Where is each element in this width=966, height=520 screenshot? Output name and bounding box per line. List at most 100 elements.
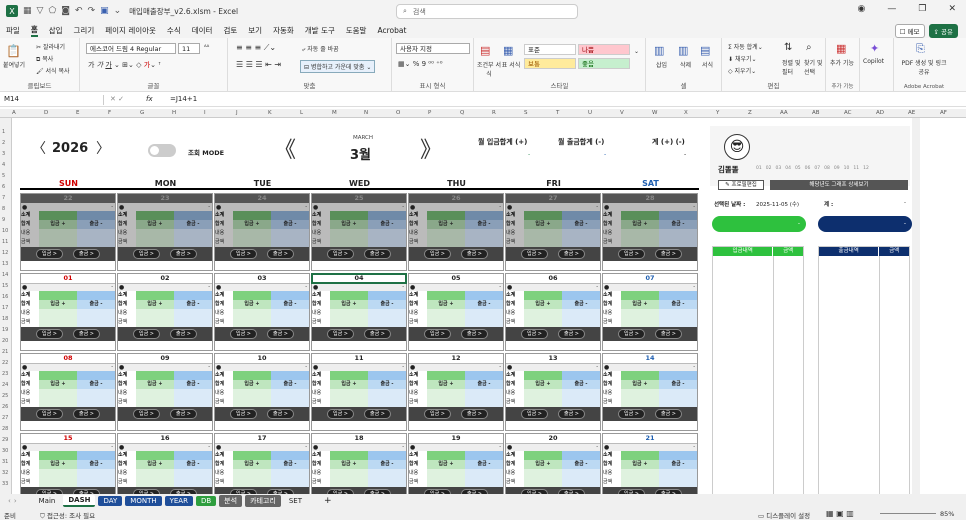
calendar-day-cell[interactable]: 26 ● - 소계 합계 입금 + 출금 - 내용 금액 입금 > 출금 > bbox=[408, 193, 504, 271]
column-header[interactable]: D bbox=[44, 110, 48, 116]
column-header[interactable]: Z bbox=[748, 110, 752, 116]
font-name-select[interactable]: 에스코어 드림 4 Regular bbox=[86, 43, 176, 54]
row-header[interactable]: 16 bbox=[2, 294, 8, 300]
vertical-scrollbar[interactable] bbox=[912, 118, 920, 494]
paste-button[interactable]: 붙여넣기 bbox=[3, 60, 25, 69]
add-expense-button[interactable]: 출금 > bbox=[364, 329, 391, 339]
column-header[interactable]: AB bbox=[812, 110, 820, 116]
menu-item[interactable]: 자동화 bbox=[273, 25, 294, 36]
column-header[interactable]: AF bbox=[940, 110, 947, 116]
column-header[interactable]: P bbox=[428, 110, 431, 116]
menu-item[interactable]: 도움말 bbox=[346, 25, 367, 36]
add-expense-button[interactable]: 출금 > bbox=[170, 249, 197, 259]
add-income-button[interactable]: 입금 > bbox=[327, 249, 354, 259]
add-income-button[interactable]: 입금 > bbox=[424, 329, 451, 339]
font-format-buttons[interactable]: 가 가 가 ⌄ ⊞⌄ ◇ 가⌄ ꜛ bbox=[88, 60, 161, 70]
calendar-day-cell[interactable]: 09 ● - 소계 합계 입금 + 출금 - 내용 금액 입금 > 출금 > bbox=[117, 353, 213, 431]
number-format-select[interactable]: 사용자 지정 bbox=[396, 43, 470, 54]
row-header[interactable]: 18 bbox=[2, 316, 8, 322]
calendar-day-cell[interactable]: 21 ● - 소계 합계 입금 + 출금 - 내용 금액 입금 > 출금 > bbox=[602, 433, 698, 494]
menu-item[interactable]: 페이지 레이아웃 bbox=[105, 25, 156, 36]
vertical-align-icons[interactable]: ≡ ≡ ≡ ⟋⌄ bbox=[236, 43, 276, 53]
restore-icon[interactable]: ❐ bbox=[918, 4, 926, 14]
calendar-day-cell[interactable]: 02 ● - 소계 합계 입금 + 출금 - 내용 금액 입금 > 출금 > bbox=[117, 273, 213, 351]
add-income-button[interactable]: 입금 > bbox=[424, 409, 451, 419]
view-mode-toggle[interactable] bbox=[148, 144, 176, 157]
style-normal[interactable]: 표준 bbox=[524, 44, 576, 55]
column-header[interactable]: T bbox=[556, 110, 559, 116]
grid-icon[interactable]: ▦ bbox=[23, 6, 32, 16]
add-expense-button[interactable]: 출금 > bbox=[461, 329, 488, 339]
add-expense-button[interactable]: 출금 > bbox=[73, 329, 100, 339]
add-expense-button[interactable]: 출금 > bbox=[558, 249, 585, 259]
delete-icon[interactable]: ▥ bbox=[678, 44, 688, 57]
sheet-tab[interactable]: MONTH bbox=[125, 496, 162, 506]
next-year-icon[interactable]: 〉 bbox=[96, 138, 110, 158]
month-chip[interactable]: 05 bbox=[795, 166, 801, 171]
row-header[interactable]: 1 bbox=[2, 129, 5, 135]
calendar-day-cell[interactable]: 11 ● - 소계 합계 입금 + 출금 - 내용 금액 입금 > 출금 > bbox=[311, 353, 407, 431]
calendar-day-cell[interactable]: 01 ● - 소계 합계 입금 + 출금 - 내용 금액 입금 > 출금 > bbox=[20, 273, 116, 351]
horizontal-align-icons[interactable]: ☰ ☰ ☰ ⇤ ⇥ bbox=[236, 60, 281, 69]
calendar-day-cell[interactable]: 28 ● - 소계 합계 입금 + 출금 - 내용 금액 입금 > 출금 > bbox=[602, 193, 698, 271]
menu-item[interactable]: 수식 bbox=[167, 25, 181, 36]
add-income-button[interactable]: 입금 > bbox=[133, 329, 160, 339]
accessibility-status[interactable]: ⛉ 접근성: 조사 필요 bbox=[40, 510, 95, 520]
month-chip[interactable]: 10 bbox=[844, 166, 850, 171]
conditional-format-button[interactable]: 조건부 서식 bbox=[477, 60, 501, 78]
month-chip[interactable]: 12 bbox=[863, 166, 869, 171]
menu-item[interactable]: 개발 도구 bbox=[305, 25, 335, 36]
column-header[interactable]: AC bbox=[844, 110, 852, 116]
add-expense-button[interactable]: 출금 > bbox=[655, 329, 682, 339]
addins-button[interactable]: 추가 기능 bbox=[830, 58, 854, 67]
row-header[interactable]: 10 bbox=[2, 228, 8, 234]
menu-item[interactable]: 보기 bbox=[248, 25, 262, 36]
row-header[interactable]: 29 bbox=[2, 437, 8, 443]
clear-button[interactable]: ◇ 지우기⌄ bbox=[728, 66, 756, 75]
row-header[interactable]: 6 bbox=[2, 184, 5, 190]
add-expense-button[interactable]: 출금 > bbox=[73, 409, 100, 419]
display-settings-button[interactable]: ▭ 디스플레이 설정 bbox=[758, 510, 810, 520]
table-format-icon[interactable]: ▦ bbox=[503, 44, 513, 57]
row-header[interactable]: 30 bbox=[2, 448, 8, 454]
add-income-button[interactable]: 입금 > bbox=[230, 409, 257, 419]
sort-filter-icon[interactable]: ⇅ bbox=[784, 42, 792, 53]
month-chip[interactable]: 07 bbox=[814, 166, 820, 171]
column-header[interactable]: R bbox=[492, 110, 496, 116]
calendar-day-cell[interactable]: 03 ● - 소계 합계 입금 + 출금 - 내용 금액 입금 > 출금 > bbox=[214, 273, 310, 351]
month-chip[interactable]: 01 bbox=[756, 166, 762, 171]
add-expense-button[interactable]: 출금 > bbox=[461, 409, 488, 419]
next-month-icon[interactable]: 》 bbox=[420, 132, 442, 164]
calendar-day-cell[interactable]: 12 ● - 소계 합계 입금 + 출금 - 내용 금액 입금 > 출금 > bbox=[408, 353, 504, 431]
style-bad[interactable]: 나쁨 bbox=[578, 44, 630, 55]
minimize-icon[interactable]: — bbox=[887, 4, 896, 14]
add-income-button[interactable]: 입금 > bbox=[618, 329, 645, 339]
insert-button[interactable]: 삽입 bbox=[656, 60, 667, 69]
column-header[interactable]: Y bbox=[716, 110, 719, 116]
profile-edit-button[interactable]: ✎ 프로필편집 bbox=[718, 180, 764, 190]
prev-month-icon[interactable]: 《 bbox=[274, 132, 296, 164]
tab-next-icon[interactable]: › bbox=[14, 497, 17, 505]
row-header[interactable]: 17 bbox=[2, 305, 8, 311]
add-income-button[interactable]: 입금 > bbox=[521, 329, 548, 339]
calendar-day-cell[interactable]: 06 ● - 소계 합계 입금 + 출금 - 내용 금액 입금 > 출금 > bbox=[505, 273, 601, 351]
formula-input[interactable]: =J14+1 bbox=[170, 95, 197, 103]
add-expense-button[interactable]: 출금 > bbox=[267, 409, 294, 419]
delete-button[interactable]: 삭제 bbox=[680, 60, 691, 69]
table-format-button[interactable]: 표 서식 bbox=[501, 60, 521, 69]
menu-item[interactable]: 그리기 bbox=[74, 25, 95, 36]
add-income-button[interactable]: 입금 > bbox=[230, 249, 257, 259]
zoom-slider[interactable] bbox=[880, 513, 936, 514]
row-header[interactable]: 26 bbox=[2, 404, 8, 410]
tab-prev-icon[interactable]: ‹ bbox=[8, 497, 11, 505]
pdf-share-icon[interactable]: ⎘ bbox=[916, 42, 925, 56]
calendar-day-cell[interactable]: 14 ● - 소계 합계 입금 + 출금 - 내용 금액 입금 > 출금 > bbox=[602, 353, 698, 431]
shape-icon[interactable]: ⬠ bbox=[48, 6, 56, 16]
row-header[interactable]: 5 bbox=[2, 173, 5, 179]
calendar-day-cell[interactable]: 18 ● - 소계 합계 입금 + 출금 - 내용 금액 입금 > 출금 > bbox=[311, 433, 407, 494]
calendar-day-cell[interactable]: 17 ● - 소계 합계 입금 + 출금 - 내용 금액 입금 > 출금 > bbox=[214, 433, 310, 494]
column-header[interactable]: W bbox=[652, 110, 657, 116]
undo-icon[interactable]: ↶ bbox=[75, 6, 83, 16]
add-expense-button[interactable]: 출금 > bbox=[364, 249, 391, 259]
column-header[interactable]: AD bbox=[876, 110, 884, 116]
